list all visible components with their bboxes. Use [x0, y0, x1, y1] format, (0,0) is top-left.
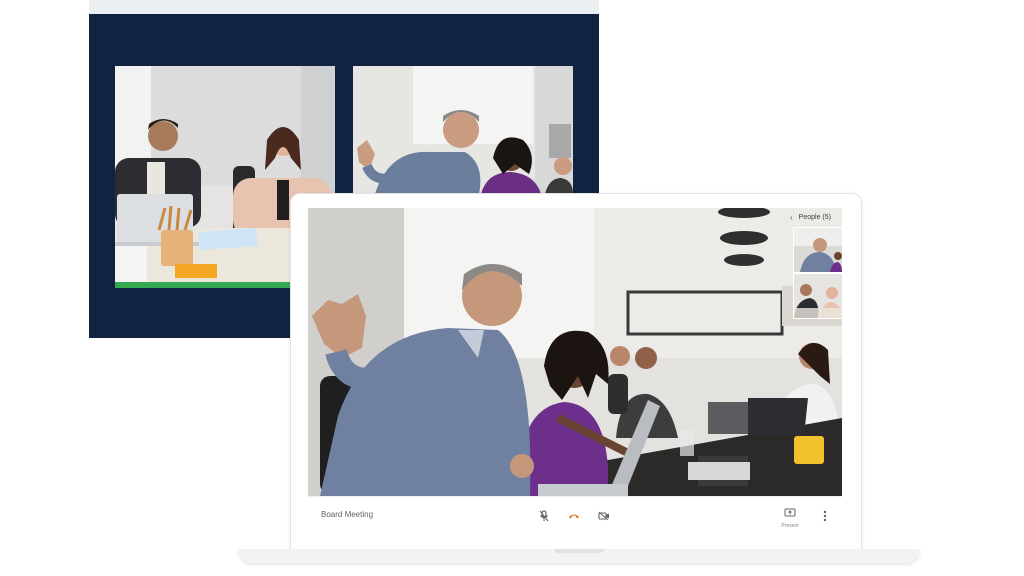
mic-off-icon — [539, 510, 549, 522]
hangup-button[interactable] — [566, 508, 582, 524]
participant-thumbnail[interactable] — [793, 227, 843, 273]
more-options-button[interactable] — [820, 507, 830, 525]
meeting-control-bar: Board Meeting Present — [308, 496, 842, 535]
participant-thumbnail-photo — [794, 228, 842, 272]
present-screen-icon — [784, 508, 796, 517]
mic-toggle-button[interactable] — [536, 508, 552, 524]
camera-icon — [598, 511, 609, 521]
people-count-label: People (5) — [798, 213, 831, 221]
presenter-photo — [353, 66, 573, 194]
chevron-left-icon: ‹ — [790, 212, 793, 222]
camera-toggle-button[interactable] — [596, 508, 612, 524]
present-label: Present — [781, 523, 799, 529]
laptop-hinge-notch — [554, 549, 604, 553]
tv-top-bezel — [89, 0, 599, 14]
laptop-base — [238, 549, 920, 563]
more-vert-icon — [823, 510, 827, 522]
video-tile-presenter — [353, 66, 573, 194]
present-button[interactable]: Present — [778, 504, 802, 529]
participant-thumbnail[interactable] — [793, 273, 843, 319]
hangup-icon — [569, 514, 579, 519]
meeting-title: Board Meeting — [321, 510, 374, 519]
meeting-room-video — [308, 208, 842, 496]
people-panel-toggle[interactable]: ‹ People (5) — [790, 210, 840, 224]
main-video-feed — [308, 208, 842, 496]
participant-thumbnail-photo — [794, 274, 842, 318]
